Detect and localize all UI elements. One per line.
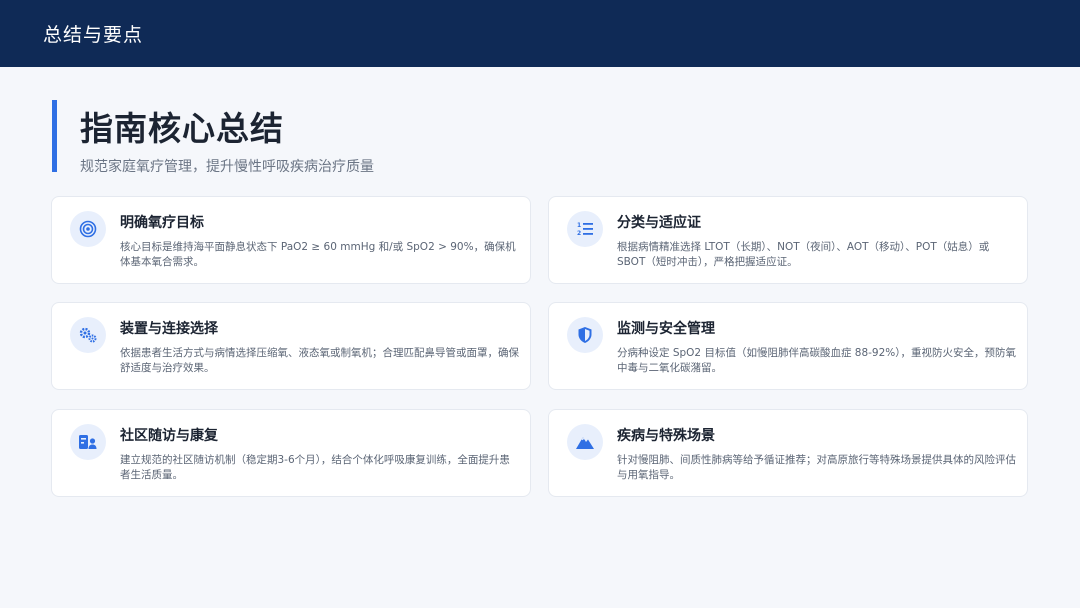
card-title: 分类与适应证 — [617, 215, 701, 231]
header-title: 总结与要点 — [43, 24, 144, 46]
summary-card-classification: 1 2 分类与适应证 根据病情精准选择 LTOT（长期）、NOT（夜间）、AOT… — [548, 196, 1028, 284]
summary-card-oxygen-target: 明确氧疗目标 核心目标是维持海平面静息状态下 PaO2 ≥ 60 mmHg 和/… — [51, 196, 531, 284]
card-title: 监测与安全管理 — [617, 321, 715, 337]
card-description: 建立规范的社区随访机制（稳定期3-6个月），结合个体化呼吸康复训练，全面提升患者… — [120, 454, 510, 481]
card-description: 分病种设定 SpO2 目标值（如慢阻肺伴高碳酸血症 88-92%），重视防火安全… — [617, 347, 1017, 374]
summary-card-monitoring: 监测与安全管理 分病种设定 SpO2 目标值（如慢阻肺伴高碳酸血症 88-92%… — [548, 302, 1028, 390]
summary-card-devices: 装置与连接选择 依据患者生活方式与病情选择压缩氧、液态氧或制氧机；合理匹配鼻导管… — [51, 302, 531, 390]
summary-card-special-scenarios: 疾病与特殊场景 针对慢阻肺、间质性肺病等给予循证推荐；对高原旅行等特殊场景提供具… — [548, 409, 1028, 497]
card-title: 社区随访与康复 — [120, 428, 218, 444]
card-title: 明确氧疗目标 — [120, 215, 204, 231]
summary-card-follow-up: 社区随访与康复 建立规范的社区随访机制（稳定期3-6个月），结合个体化呼吸康复训… — [51, 409, 531, 497]
user-card-icon — [70, 424, 106, 460]
card-title: 装置与连接选择 — [120, 321, 218, 337]
numbered-list-icon: 1 2 — [567, 211, 603, 247]
card-description: 核心目标是维持海平面静息状态下 PaO2 ≥ 60 mmHg 和/或 SpO2 … — [120, 241, 516, 268]
card-description: 依据患者生活方式与病情选择压缩氧、液态氧或制氧机；合理匹配鼻导管或面罩，确保舒适… — [120, 347, 519, 374]
gears-icon — [70, 317, 106, 353]
svg-text:2: 2 — [577, 230, 581, 237]
top-header-bar: 总结与要点 — [0, 0, 1080, 67]
svg-text:1: 1 — [577, 222, 581, 229]
hero-section: 指南核心总结 规范家庭氧疗管理，提升慢性呼吸疾病治疗质量 — [52, 100, 374, 175]
page-title: 指南核心总结 — [80, 109, 284, 148]
card-title: 疾病与特殊场景 — [617, 428, 715, 444]
shield-icon — [567, 317, 603, 353]
card-description: 针对慢阻肺、间质性肺病等给予循证推荐；对高原旅行等特殊场景提供具体的风险评估与用… — [617, 454, 1016, 481]
card-description: 根据病情精准选择 LTOT（长期）、NOT（夜间）、AOT（移动）、POT（姑息… — [617, 241, 990, 268]
target-icon — [70, 211, 106, 247]
page-subtitle: 规范家庭氧疗管理，提升慢性呼吸疾病治疗质量 — [80, 159, 374, 175]
mountain-icon — [567, 424, 603, 460]
